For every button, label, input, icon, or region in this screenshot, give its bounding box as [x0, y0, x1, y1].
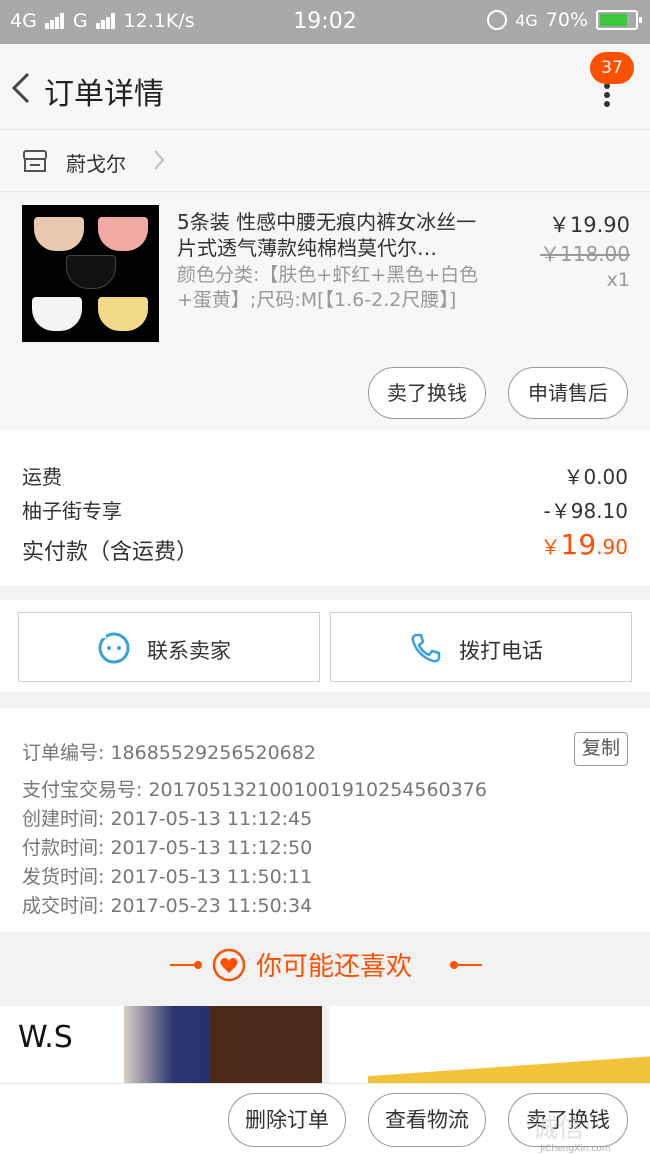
paid-decimal: .90: [596, 535, 628, 559]
message-badge: 37: [590, 52, 634, 84]
battery-percent: 70%: [545, 9, 588, 31]
product-image-part: [34, 217, 84, 251]
delete-order-button[interactable]: 删除订单: [228, 1093, 346, 1147]
contact-bar: 联系卖家 拨打电话: [0, 600, 650, 692]
cost-summary: 运费 ￥0.00 柚子街专享 -￥98.10 实付款（含运费） ￥19.90: [0, 430, 650, 586]
product-price: ￥19.90: [548, 213, 630, 237]
product-image-part: [98, 297, 148, 331]
watermark-logo: 诚信: [532, 1114, 585, 1144]
contact-seller-button[interactable]: 联系卖家: [18, 612, 320, 682]
after-sale-button[interactable]: 申请售后: [508, 367, 628, 419]
watermark-domain: JiChengXin.com: [540, 1144, 611, 1154]
alipay-trade-number: 支付宝交易号: 2017051321001001910254560376: [22, 779, 487, 801]
status-right: 4G 70%: [487, 9, 642, 31]
battery-icon: [596, 10, 642, 30]
recommend-card[interactable]: [330, 1006, 650, 1086]
paid-time: 付款时间: 2017-05-13 11:12:50: [22, 837, 313, 859]
product-image-part: [98, 217, 148, 251]
discount-row: 柚子街专享 -￥98.10: [22, 495, 628, 524]
completed-time: 成交时间: 2017-05-23 11:50:34: [22, 895, 313, 917]
paid-integer: 19: [560, 528, 597, 561]
discount-label: 柚子街专享: [22, 499, 122, 523]
recommend-card[interactable]: W.S: [0, 1006, 322, 1086]
paid-amount: ￥19.90: [541, 528, 628, 561]
status-bar: 4G G 12.1K/s 19:02 4G 70%: [0, 0, 650, 44]
copy-button[interactable]: 复制: [574, 732, 628, 766]
product-original-price: ￥118.00: [540, 242, 630, 266]
paid-row: 实付款（含运费） ￥19.90: [22, 528, 628, 566]
card-brand-text: W.S: [18, 1020, 73, 1055]
network-label-3: 4G: [515, 10, 538, 30]
shop-name: 蔚戈尔: [66, 152, 126, 176]
recommend-cards: W.S: [0, 1006, 650, 1086]
paid-currency: ￥: [540, 535, 561, 559]
heart-icon: [212, 948, 246, 982]
product-title[interactable]: 5条装 性感中腰无痕内裤女冰丝一片式透气薄款纯棉档莫代尔…: [177, 209, 487, 261]
chevron-right-icon: [154, 150, 165, 170]
product-quantity: x1: [606, 269, 630, 291]
back-arrow-icon[interactable]: [8, 68, 38, 108]
call-phone-label: 拨打电话: [459, 639, 543, 663]
shop-icon: [23, 150, 47, 172]
phone-icon: [411, 633, 441, 663]
product-sku: 颜色分类:【肤色+虾红+黑色+白色+蛋黄】;尺码:M[【1.6-2.2尺腰】]: [177, 264, 479, 311]
call-phone-button[interactable]: 拨打电话: [330, 612, 632, 682]
shop-row[interactable]: 蔚戈尔: [0, 130, 650, 192]
chat-bubble-icon: [98, 632, 130, 664]
order-number: 订单编号: 1868552925652068​2: [22, 742, 316, 764]
product-image-part: [210, 1006, 322, 1086]
product-image-part: [66, 255, 116, 289]
product-image-part: [32, 297, 82, 331]
shipping-value: ￥0.00: [563, 465, 628, 489]
recommend-title: 你可能还喜欢: [256, 952, 413, 982]
divider-line: [170, 964, 196, 966]
alarm-icon: [487, 10, 508, 30]
product-image: [368, 1055, 650, 1086]
recommend-header: 你可能还喜欢: [0, 932, 650, 998]
contact-seller-label: 联系卖家: [147, 639, 231, 663]
order-info: 订单编号: 1868552925652068​2 复制 支付宝交易号: 2017…: [0, 708, 650, 932]
shipping-row: 运费 ￥0.00: [22, 461, 628, 490]
more-menu-icon[interactable]: [598, 80, 616, 110]
trade-in-button[interactable]: 卖了换钱: [368, 367, 486, 419]
paid-label: 实付款（含运费）: [22, 540, 199, 565]
created-time: 创建时间: 2017-05-13 11:12:45: [22, 808, 313, 830]
nav-header: 订单详情 37: [0, 44, 650, 130]
view-logistics-button[interactable]: 查看物流: [368, 1093, 486, 1147]
shipping-label: 运费: [22, 465, 62, 489]
divider-line: [456, 964, 482, 966]
divider-dot: [194, 961, 202, 969]
product-thumbnail[interactable]: [22, 205, 159, 342]
order-item[interactable]: 5条装 性感中腰无痕内裤女冰丝一片式透气薄款纯棉档莫代尔… 颜色分类:【肤色+虾…: [0, 193, 650, 430]
discount-value: -￥98.10: [543, 499, 628, 523]
page-title: 订单详情: [44, 77, 164, 112]
shipped-time: 发货时间: 2017-05-13 11:50:11: [22, 866, 313, 888]
